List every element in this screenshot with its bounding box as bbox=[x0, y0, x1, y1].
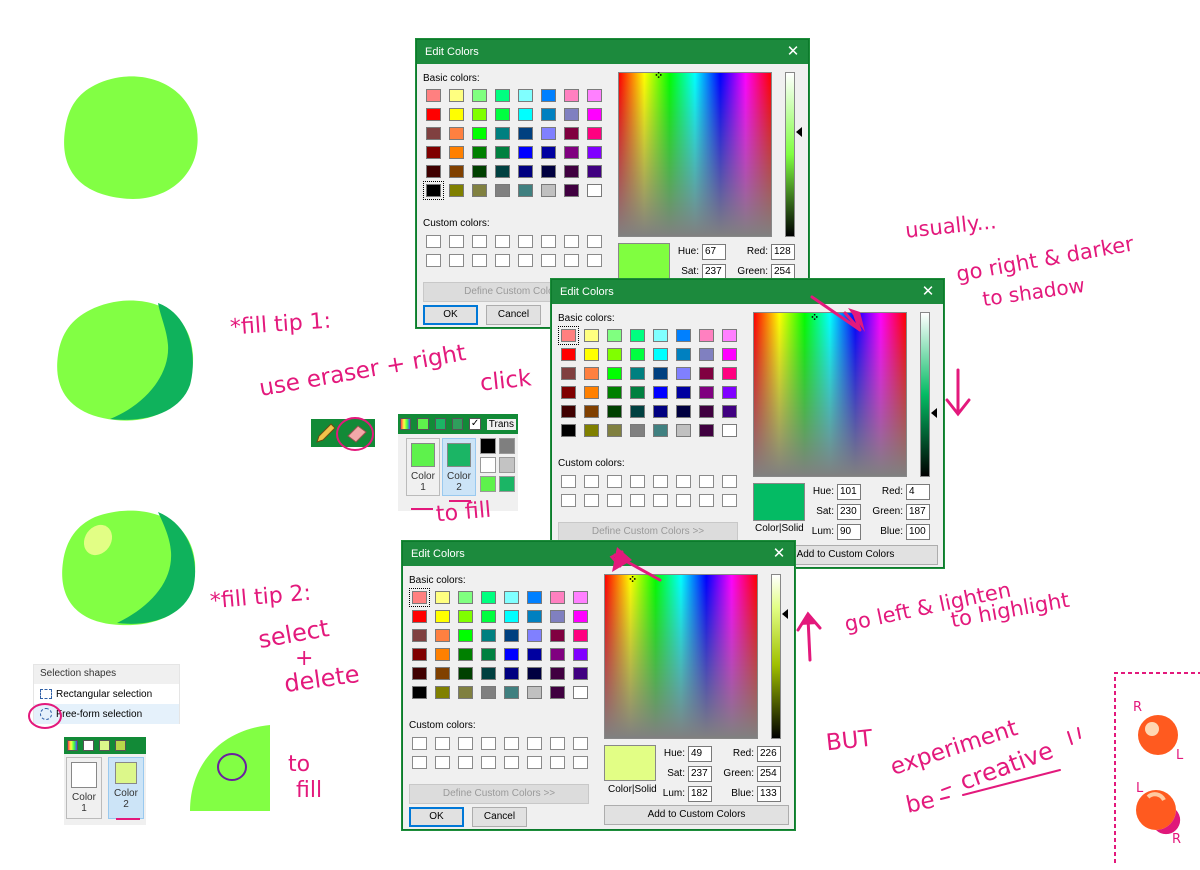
note-r1: R bbox=[1133, 700, 1143, 715]
note-l1: L bbox=[1176, 748, 1184, 763]
hand-drawn-arrows bbox=[609, 295, 1200, 863]
example-balls bbox=[1136, 715, 1181, 835]
note-r2: R bbox=[1172, 832, 1182, 847]
note-l2: L bbox=[1136, 781, 1144, 796]
